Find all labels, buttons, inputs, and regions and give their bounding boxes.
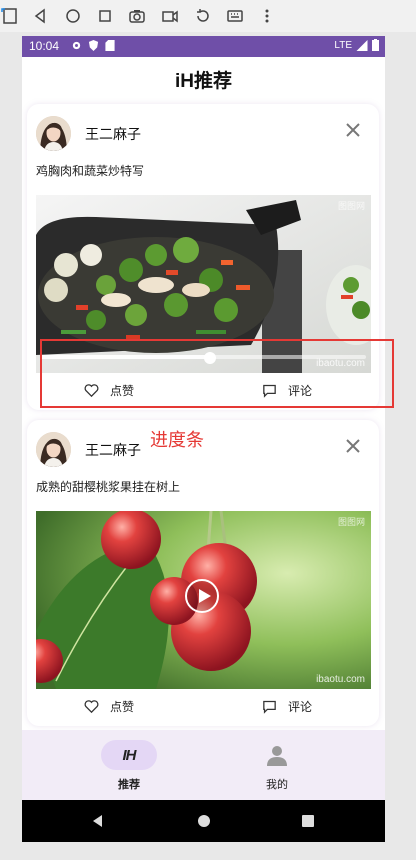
system-navigation-bar bbox=[22, 800, 385, 842]
shield-icon bbox=[88, 40, 99, 51]
status-time: 10:04 bbox=[29, 39, 60, 53]
like-button[interactable]: 点赞 bbox=[83, 698, 134, 715]
author-name[interactable]: 王二麻子 bbox=[85, 440, 141, 460]
watermark-top: 图图网 bbox=[337, 201, 365, 211]
nav-label-mine: 我的 bbox=[266, 779, 288, 791]
overview-icon[interactable] bbox=[95, 6, 115, 26]
emulator-toolbar bbox=[0, 0, 416, 32]
nav-indicator: IH bbox=[101, 740, 157, 770]
camera-icon[interactable] bbox=[127, 6, 147, 26]
sd-card-icon bbox=[105, 40, 115, 51]
annotation-highlight-box bbox=[40, 339, 394, 408]
app-screen: 10:04 LTE iH推荐 王二麻子 鸡胸肉和蔬菜炒特写 图图网 ibaotu… bbox=[22, 36, 385, 800]
avatar[interactable] bbox=[36, 432, 71, 467]
comment-button[interactable]: 评论 bbox=[261, 698, 312, 715]
home-icon[interactable] bbox=[63, 6, 83, 26]
annotation-label: 进度条 bbox=[150, 430, 204, 450]
more-icon[interactable] bbox=[257, 6, 277, 26]
close-icon[interactable] bbox=[343, 436, 363, 456]
nav-indicator bbox=[249, 740, 305, 770]
avatar[interactable] bbox=[36, 116, 71, 151]
keyboard-icon[interactable] bbox=[225, 6, 245, 26]
post-caption: 成熟的甜樱桃浆果挂在树上 bbox=[36, 480, 181, 494]
replay-icon[interactable] bbox=[193, 6, 213, 26]
watermark-bottom: ibaotu.com bbox=[316, 674, 365, 685]
system-home-icon[interactable] bbox=[196, 813, 212, 829]
nav-item-mine[interactable]: 我的 bbox=[217, 740, 337, 792]
system-back-icon[interactable] bbox=[90, 813, 106, 829]
person-icon bbox=[267, 746, 287, 766]
battery-icon bbox=[372, 39, 379, 51]
nav-item-recommend[interactable]: IH 推荐 bbox=[69, 740, 189, 792]
status-bar: 10:04 LTE bbox=[22, 36, 385, 57]
page-title: iH推荐 bbox=[174, 71, 232, 92]
nav-label-recommend: 推荐 bbox=[118, 779, 140, 791]
post-actions: 点赞 评论 bbox=[27, 696, 379, 720]
comment-icon bbox=[263, 700, 276, 714]
like-label: 点赞 bbox=[110, 700, 135, 714]
play-button[interactable] bbox=[185, 579, 219, 613]
heart-icon bbox=[84, 700, 99, 714]
watermark-top: 图图网 bbox=[337, 517, 365, 527]
bottom-navigation: IH 推荐 我的 bbox=[22, 730, 385, 800]
author-name[interactable]: 王二麻子 bbox=[85, 124, 141, 144]
post-caption: 鸡胸肉和蔬菜炒特写 bbox=[36, 164, 145, 178]
video-player[interactable]: 图图网 ibaotu.com bbox=[36, 511, 371, 689]
network-type: LTE bbox=[334, 39, 352, 51]
video-icon[interactable] bbox=[160, 6, 180, 26]
comment-label: 评论 bbox=[288, 700, 313, 714]
back-icon[interactable] bbox=[30, 6, 50, 26]
signal-icon bbox=[356, 39, 368, 51]
system-overview-icon[interactable] bbox=[300, 813, 316, 829]
ih-logo-icon: IH bbox=[122, 746, 137, 764]
rotate-icon[interactable] bbox=[0, 6, 20, 26]
close-icon[interactable] bbox=[343, 120, 363, 140]
settings-icon bbox=[72, 41, 81, 50]
post-card: 王二麻子 成熟的甜樱桃浆果挂在树上 图图网 ibaotu.com 点赞 评论 bbox=[27, 420, 379, 726]
